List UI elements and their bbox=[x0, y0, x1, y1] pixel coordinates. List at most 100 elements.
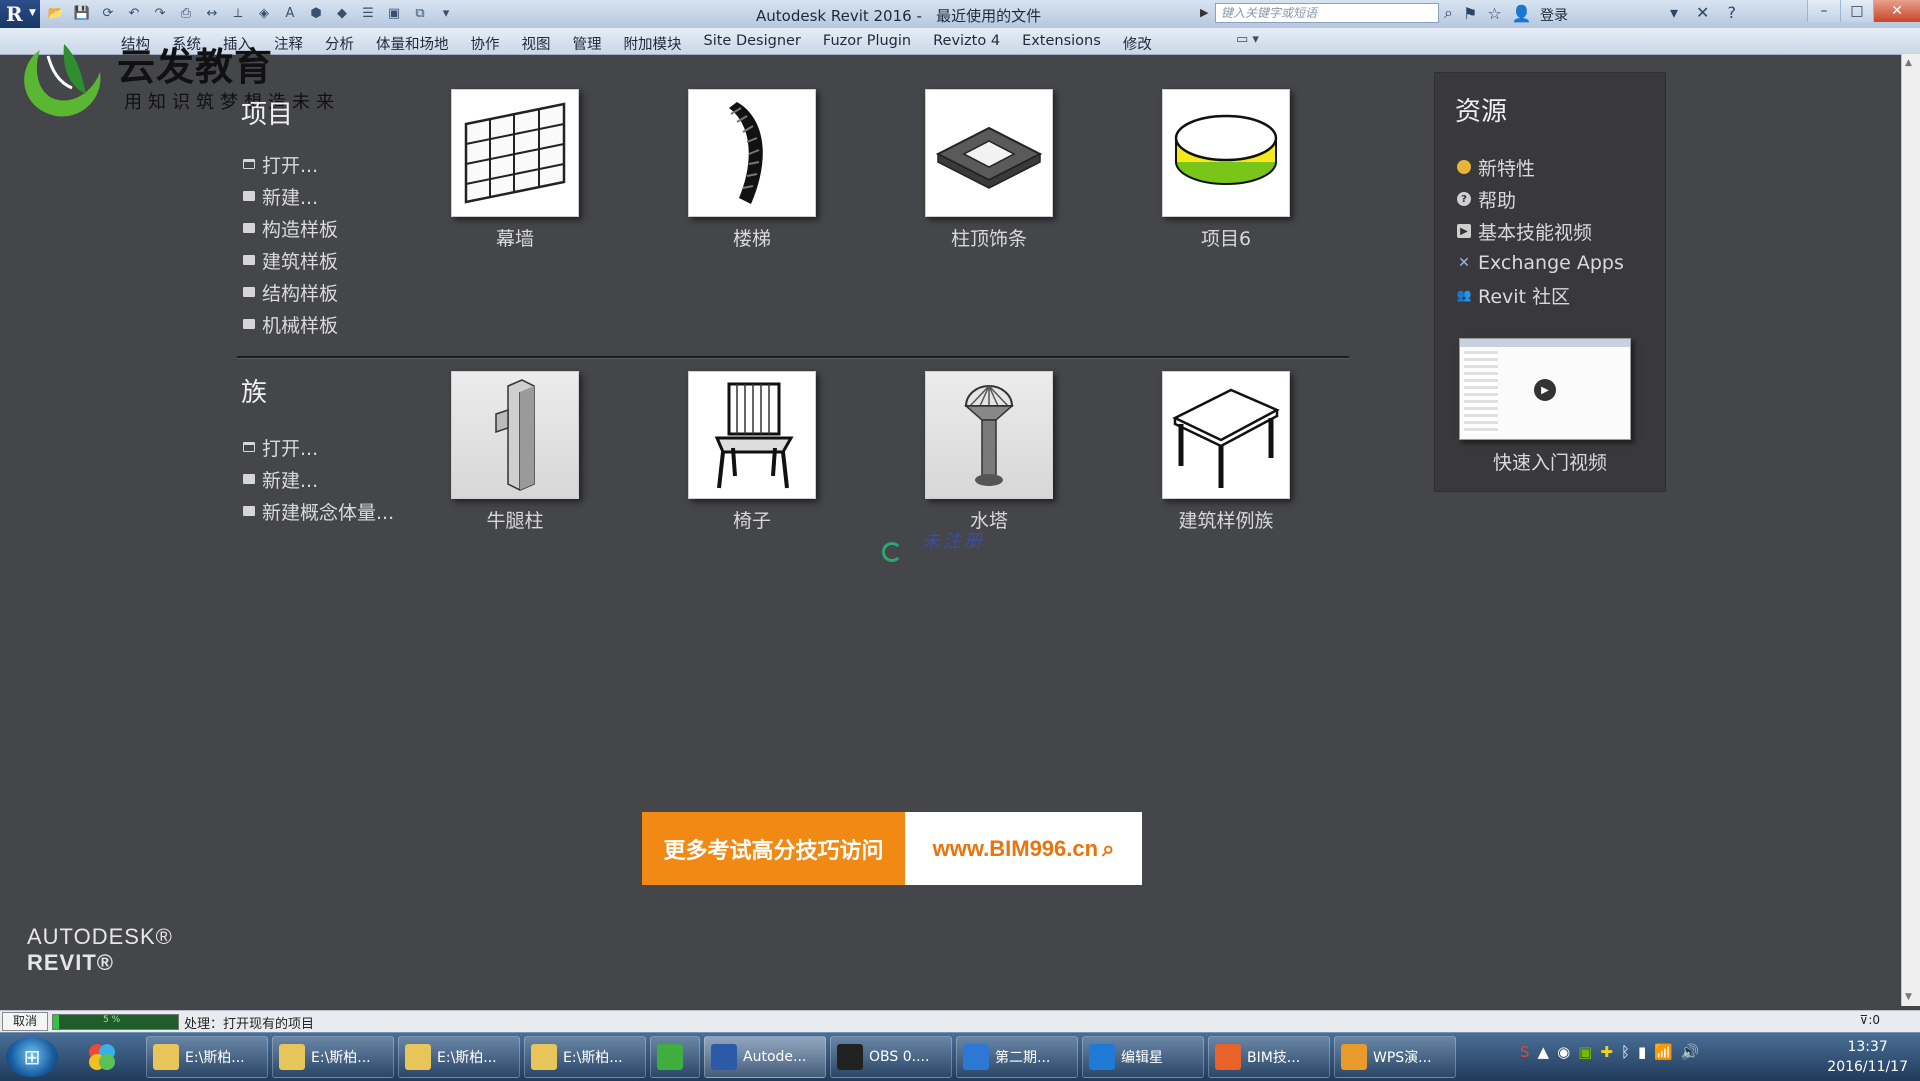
nvidia-icon[interactable]: ▣ bbox=[1578, 1043, 1592, 1061]
thin-lines-icon[interactable]: ☰ bbox=[358, 3, 378, 23]
close-icon[interactable]: ✕ bbox=[1873, 0, 1920, 22]
volume-icon[interactable]: 🔊 bbox=[1681, 1043, 1700, 1061]
dimension-icon[interactable]: ⟂ bbox=[228, 3, 248, 23]
security-icon[interactable]: ✚ bbox=[1600, 1043, 1613, 1061]
scroll-down-icon[interactable]: ▼ bbox=[1905, 992, 1912, 1002]
play-icon[interactable]: ▶ bbox=[1534, 379, 1556, 401]
corbel-column-thumbnail[interactable] bbox=[451, 371, 579, 499]
vertical-scrollbar[interactable]: ▲ ▼ bbox=[1901, 54, 1920, 1006]
start-button[interactable]: ⊞ bbox=[6, 1037, 58, 1077]
measure-icon[interactable]: ↔ bbox=[202, 3, 222, 23]
tag-icon[interactable]: ◈ bbox=[254, 3, 274, 23]
recent-project-tile[interactable]: 柱顶饰条 bbox=[925, 89, 1053, 251]
recent-family-tile[interactable]: 建筑样例族 bbox=[1162, 371, 1290, 533]
user-icon[interactable]: 👤 bbox=[1512, 4, 1532, 23]
link-projects-1[interactable]: 新建... bbox=[243, 180, 338, 212]
banner-url-box[interactable]: www.BIM996.cn ⌕ bbox=[905, 812, 1142, 885]
link-families-1[interactable]: 新建... bbox=[243, 463, 394, 495]
resource-skills-video[interactable]: ▶ 基本技能视频 bbox=[1457, 215, 1624, 247]
taskbar-task[interactable]: E:\斯柏... bbox=[272, 1036, 394, 1078]
maximize-icon[interactable]: □ bbox=[1840, 0, 1873, 22]
water-tower-thumbnail[interactable] bbox=[925, 371, 1053, 499]
curtain-wall-thumbnail[interactable] bbox=[451, 89, 579, 217]
taskbar-task[interactable] bbox=[650, 1036, 700, 1078]
chrome-icon[interactable]: ◉ bbox=[1557, 1043, 1570, 1061]
ribbon-tab[interactable]: 附加模块 bbox=[613, 33, 693, 54]
subscription-icon[interactable]: ⚑ bbox=[1463, 4, 1477, 23]
recent-project-tile[interactable]: 楼梯 bbox=[688, 89, 816, 251]
ribbon-tab[interactable]: 修改 bbox=[1112, 33, 1163, 54]
cancel-button[interactable]: 取消 bbox=[2, 1012, 48, 1031]
bluetooth-icon[interactable]: ᛒ bbox=[1621, 1043, 1630, 1061]
resource-revit-community[interactable]: 👥 Revit 社区 bbox=[1457, 279, 1624, 311]
sogou-input-icon[interactable]: S bbox=[1520, 1043, 1530, 1061]
chair-thumbnail[interactable] bbox=[688, 371, 816, 499]
application-menu-button[interactable]: R ▼ bbox=[0, 0, 40, 28]
save-icon[interactable]: 💾 bbox=[72, 3, 92, 23]
taskbar-task[interactable]: BIM技... bbox=[1208, 1036, 1330, 1078]
sync-icon[interactable]: ⟳ bbox=[98, 3, 118, 23]
favorites-star-icon[interactable]: ☆ bbox=[1487, 4, 1501, 23]
link-families-0[interactable]: 打开... bbox=[243, 431, 394, 463]
ribbon-tab[interactable]: Extensions bbox=[1011, 33, 1112, 54]
resource-help[interactable]: ? 帮助 bbox=[1457, 183, 1624, 215]
taskbar-task[interactable]: Autode... bbox=[704, 1036, 826, 1078]
recent-project-tile[interactable]: 项目6 bbox=[1162, 89, 1290, 251]
pinned-app-icon[interactable] bbox=[82, 1039, 122, 1075]
section-icon[interactable]: ◆ bbox=[332, 3, 352, 23]
binoculars-icon[interactable]: ⌕ bbox=[1444, 3, 1453, 23]
taskbar-task[interactable]: WPS演... bbox=[1334, 1036, 1456, 1078]
ribbon-tab[interactable]: 协作 bbox=[460, 33, 511, 54]
scroll-up-icon[interactable]: ▲ bbox=[1905, 58, 1912, 68]
login-button[interactable]: 登录 bbox=[1540, 5, 1568, 25]
help-icon[interactable]: ? bbox=[1727, 3, 1736, 22]
promo-banner[interactable]: 更多考试高分技巧访问 www.BIM996.cn ⌕ bbox=[642, 812, 1142, 885]
ribbon-tab[interactable]: 体量和场地 bbox=[365, 33, 460, 54]
taskbar-task[interactable]: 第二期... bbox=[956, 1036, 1078, 1078]
taskbar-task[interactable]: 编辑星 bbox=[1082, 1036, 1204, 1078]
recent-family-tile[interactable]: 牛腿柱 bbox=[451, 371, 579, 533]
ribbon-tab[interactable]: 管理 bbox=[562, 33, 613, 54]
link-projects-5[interactable]: 机械样板 bbox=[243, 308, 338, 340]
link-projects-4[interactable]: 结构样板 bbox=[243, 276, 338, 308]
customize-qat-icon[interactable]: ▾ bbox=[436, 3, 456, 23]
quick-start-video-thumbnail[interactable]: ▶ bbox=[1459, 338, 1631, 440]
stair-thumbnail[interactable] bbox=[688, 89, 816, 217]
ribbon-tab[interactable]: Site Designer bbox=[693, 33, 812, 54]
ribbon-tab[interactable]: Revizto 4 bbox=[922, 33, 1011, 54]
recent-family-tile[interactable]: 椅子 bbox=[688, 371, 816, 533]
open-icon[interactable]: 📂 bbox=[46, 3, 66, 23]
quick-start-video-caption[interactable]: 快速入门视频 bbox=[1435, 448, 1665, 475]
switch-windows-icon[interactable]: ⧉ bbox=[410, 3, 430, 23]
close-hidden-icon[interactable]: ▣ bbox=[384, 3, 404, 23]
selection-filter[interactable]: ⊽:0 bbox=[1860, 1013, 1880, 1027]
chevron-down-icon[interactable]: ▾ bbox=[1670, 3, 1678, 22]
undo-icon[interactable]: ↶ bbox=[124, 3, 144, 23]
taskbar-task[interactable]: E:\斯柏... bbox=[524, 1036, 646, 1078]
link-projects-2[interactable]: 构造样板 bbox=[243, 212, 338, 244]
search-input[interactable]: 键入关键字或短语 bbox=[1215, 3, 1439, 23]
redo-icon[interactable]: ↷ bbox=[150, 3, 170, 23]
minimize-icon[interactable]: – bbox=[1807, 0, 1840, 22]
recent-project-tile[interactable]: 幕墙 bbox=[451, 89, 579, 251]
ribbon-display-toggle-icon[interactable]: ▭ ▾ bbox=[1236, 32, 1259, 47]
taskbar-task[interactable]: E:\斯柏... bbox=[398, 1036, 520, 1078]
taskbar-task[interactable]: E:\斯柏... bbox=[146, 1036, 268, 1078]
3d-view-icon[interactable]: ⬢ bbox=[306, 3, 326, 23]
resource-new-features[interactable]: 新特性 bbox=[1457, 151, 1624, 183]
network-icon[interactable]: 📶 bbox=[1654, 1043, 1673, 1061]
column-cap-thumbnail[interactable] bbox=[925, 89, 1053, 217]
link-projects-3[interactable]: 建筑样板 bbox=[243, 244, 338, 276]
device-icon[interactable]: ▮ bbox=[1638, 1043, 1646, 1061]
taskbar-task[interactable]: OBS 0.... bbox=[830, 1036, 952, 1078]
link-projects-0[interactable]: 打开... bbox=[243, 148, 338, 180]
text-icon[interactable]: A bbox=[280, 3, 300, 23]
ribbon-tab[interactable]: 视图 bbox=[511, 33, 562, 54]
recent-family-tile[interactable]: 水塔 bbox=[925, 371, 1053, 533]
exchange-apps-icon[interactable]: ✕ bbox=[1696, 3, 1709, 22]
table-thumbnail[interactable] bbox=[1162, 371, 1290, 499]
ring-thumbnail[interactable] bbox=[1162, 89, 1290, 217]
link-families-2[interactable]: 新建概念体量... bbox=[243, 495, 394, 527]
tray-expand-icon[interactable]: ▲ bbox=[1538, 1043, 1550, 1061]
resource-exchange-apps[interactable]: ✕ Exchange Apps bbox=[1457, 247, 1624, 279]
